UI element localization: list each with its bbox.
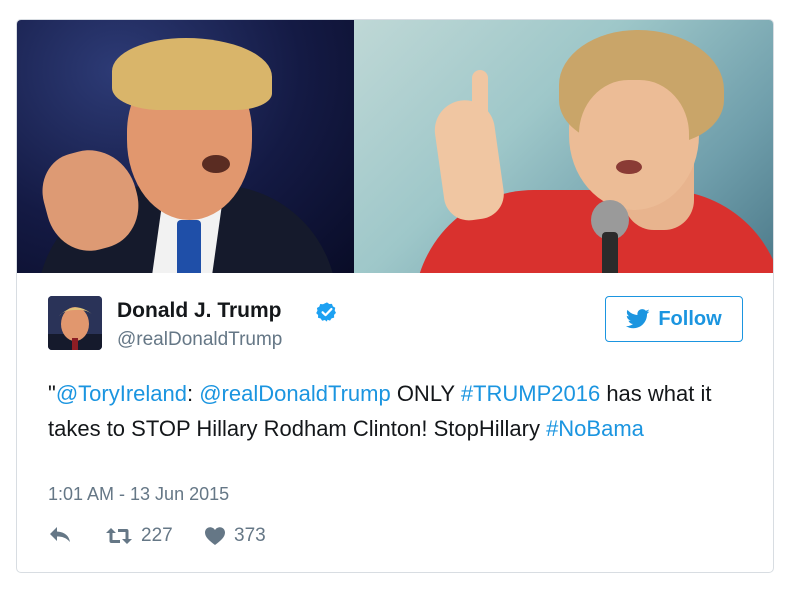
- mention-realdonaldtrump[interactable]: @realDonaldTrump: [199, 381, 390, 406]
- reply-icon: [50, 527, 70, 542]
- tweet-media[interactable]: [17, 20, 773, 273]
- verified-badge-icon: [316, 302, 336, 322]
- follow-label: Follow: [658, 307, 722, 330]
- tweet-sep: :: [186, 381, 200, 406]
- like-count: 373: [234, 525, 266, 546]
- tweet-actions: 227 373: [48, 525, 448, 551]
- twitter-bird-icon: [626, 309, 650, 329]
- tweet-card: Donald J. Trump @realDonaldTrump Follow …: [16, 19, 774, 573]
- retweet-icon: [106, 528, 132, 544]
- photo-trump: [17, 20, 354, 273]
- tweet-timestamp[interactable]: 1:01 AM - 13 Jun 2015: [48, 484, 229, 505]
- follow-button[interactable]: Follow: [605, 296, 743, 342]
- mention-toryireland[interactable]: @ToryIreland: [56, 381, 187, 406]
- author-handle[interactable]: @realDonaldTrump: [117, 329, 282, 351]
- hashtag-trump2016[interactable]: #TRUMP2016: [461, 381, 600, 406]
- avatar[interactable]: [48, 296, 102, 350]
- retweet-count: 227: [141, 525, 173, 546]
- retweet-button[interactable]: 227: [105, 525, 173, 547]
- hashtag-nobama[interactable]: #NoBama: [546, 416, 644, 441]
- quote-mark: ": [48, 381, 56, 406]
- author-name[interactable]: Donald J. Trump: [117, 299, 282, 323]
- like-button[interactable]: 373: [204, 525, 266, 547]
- tweet-text-1: ONLY: [390, 381, 461, 406]
- heart-icon: [205, 527, 225, 545]
- reply-button[interactable]: [48, 525, 72, 545]
- photo-clinton: [354, 20, 773, 273]
- tweet-text: "@ToryIreland: @realDonaldTrump ONLY #TR…: [48, 376, 748, 446]
